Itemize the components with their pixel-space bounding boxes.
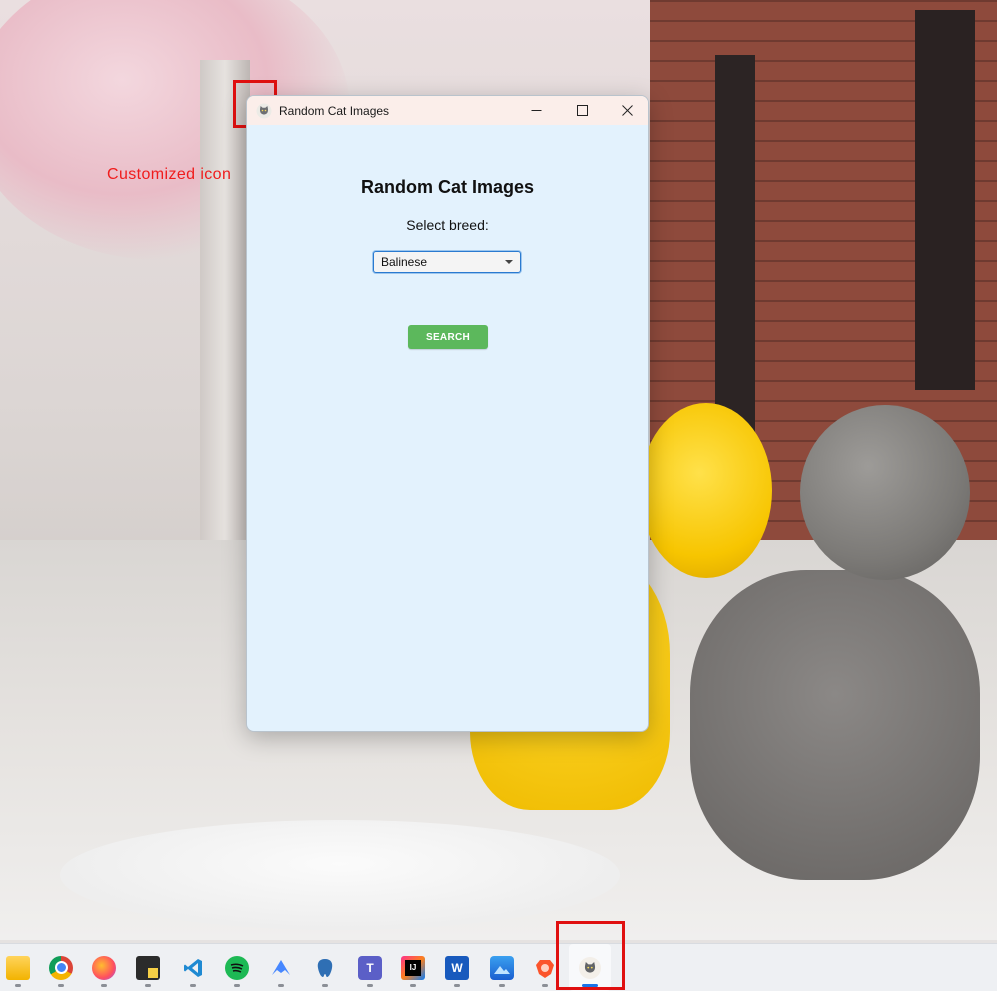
wallpaper-gray-figure-body xyxy=(690,570,980,880)
page-title: Random Cat Images xyxy=(360,177,535,197)
wallpaper-table xyxy=(60,820,620,930)
wallpaper-door xyxy=(915,10,975,390)
file-explorer-icon[interactable] xyxy=(0,944,39,991)
breed-label: Select breed: xyxy=(406,217,489,233)
pgadmin-icon[interactable] xyxy=(304,944,346,991)
intellij-icon[interactable]: IJ xyxy=(392,944,434,991)
wallpaper-moon-figure xyxy=(800,405,970,580)
wallpaper-yellow-figure xyxy=(640,403,772,578)
spotify-icon[interactable] xyxy=(216,944,258,991)
sticky-notes-icon[interactable] xyxy=(127,944,169,991)
wallpaper-pillar xyxy=(200,60,250,580)
search-button[interactable]: SEARCH xyxy=(408,325,488,349)
taskbar: T IJ W xyxy=(0,943,997,991)
chevron-down-icon xyxy=(505,260,513,264)
annotation-label: Customized icon xyxy=(107,166,232,183)
chrome-icon[interactable] xyxy=(40,944,82,991)
word-icon[interactable]: W xyxy=(436,944,478,991)
breed-select-value: Balinese xyxy=(381,255,428,269)
close-button[interactable] xyxy=(604,96,648,125)
title-bar[interactable]: Random Cat Images xyxy=(247,96,648,125)
minimize-button[interactable] xyxy=(513,96,559,125)
window-title: Random Cat Images xyxy=(279,103,390,118)
wallpaper-door xyxy=(715,55,755,435)
nordvpn-icon[interactable] xyxy=(260,944,302,991)
cat-icon[interactable] xyxy=(256,103,272,119)
photos-icon[interactable] xyxy=(481,944,523,991)
annotation-box-taskbar-icon xyxy=(556,921,625,990)
close-icon xyxy=(621,105,633,116)
maximize-button[interactable] xyxy=(559,96,605,125)
app-content: Random Cat Images Select breed: Balinese… xyxy=(247,125,648,731)
maximize-icon xyxy=(576,105,588,116)
app-window: Random Cat Images Random Cat Images Sele… xyxy=(246,95,649,732)
vscode-icon[interactable] xyxy=(172,944,214,991)
breed-select[interactable]: Balinese xyxy=(373,251,521,273)
minimize-icon xyxy=(531,110,541,111)
firefox-icon[interactable] xyxy=(83,944,125,991)
teams-icon[interactable]: T xyxy=(349,944,391,991)
